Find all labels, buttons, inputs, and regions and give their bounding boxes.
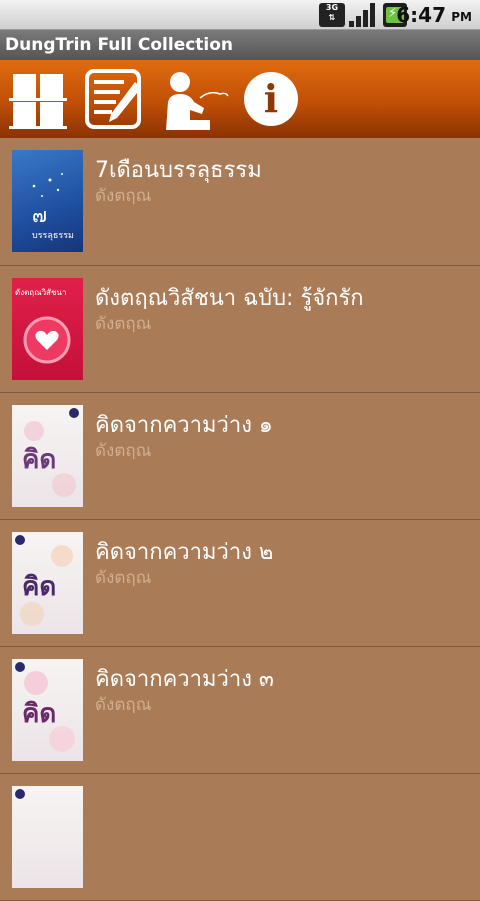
author-button[interactable] [160,68,229,130]
list-item[interactable]: ๗ บรรลุธรรม 7เดือนบรรลุธรรม ดังตฤณ [0,138,480,266]
svg-text:๗: ๗ [32,203,47,227]
list-item[interactable]: คิด คิดจากความว่าง ๓ ดังตฤณ [0,647,480,774]
book-cover: คิด [12,532,83,634]
book-author: ดังตฤณ [95,568,152,588]
book-list[interactable]: ๗ บรรลุธรรม 7เดือนบรรลุธรรม ดังตฤณ ดังตฤ… [0,138,480,901]
book-cover: ๗ บรรลุธรรม [12,150,83,252]
list-item[interactable]: คิด คิดจากความว่าง ๒ ดังตฤณ [0,520,480,647]
book-author: ดังตฤณ [95,186,152,206]
book-cover: คิด [12,659,83,761]
list-item-partial[interactable] [0,774,480,901]
cover-text: คิด [22,445,57,475]
cover-text: บรรลุธรรม [32,231,74,241]
list-item[interactable]: ดังตฤณวิสัชนา ดังตฤณวิสัชนา ฉบับ: รู้จัก… [0,266,480,393]
signal-icon [349,3,375,27]
app-title: DungTrin Full Collection [0,30,480,60]
network-type-label: 3G [325,3,339,12]
notes-button[interactable] [83,68,145,130]
book-author: ดังตฤณ [95,695,152,715]
clock-ampm: PM [451,10,472,24]
info-button[interactable]: i [242,68,304,130]
author-icon [166,72,229,130]
book-cover [12,786,83,888]
network-3g-icon: 3G ⇅ [319,3,345,27]
book-author: ดังตฤณ [95,314,152,334]
status-bar: 3G ⇅ ⚡ 6:47 PM [0,0,480,30]
list-item[interactable]: คิด คิดจากความว่าง ๑ ดังตฤณ [0,393,480,520]
book-cover: ดังตฤณวิสัชนา [12,278,83,380]
toolbar: i [0,60,480,138]
info-icon: i [244,72,298,126]
cover-text: คิด [22,699,57,729]
notes-icon [85,69,141,129]
book-author: ดังตฤณ [95,441,152,461]
book-cover: คิด [12,405,83,507]
grid-view-button[interactable] [9,68,71,130]
clock: 6:47 [396,3,446,27]
cover-text: คิด [22,572,57,602]
